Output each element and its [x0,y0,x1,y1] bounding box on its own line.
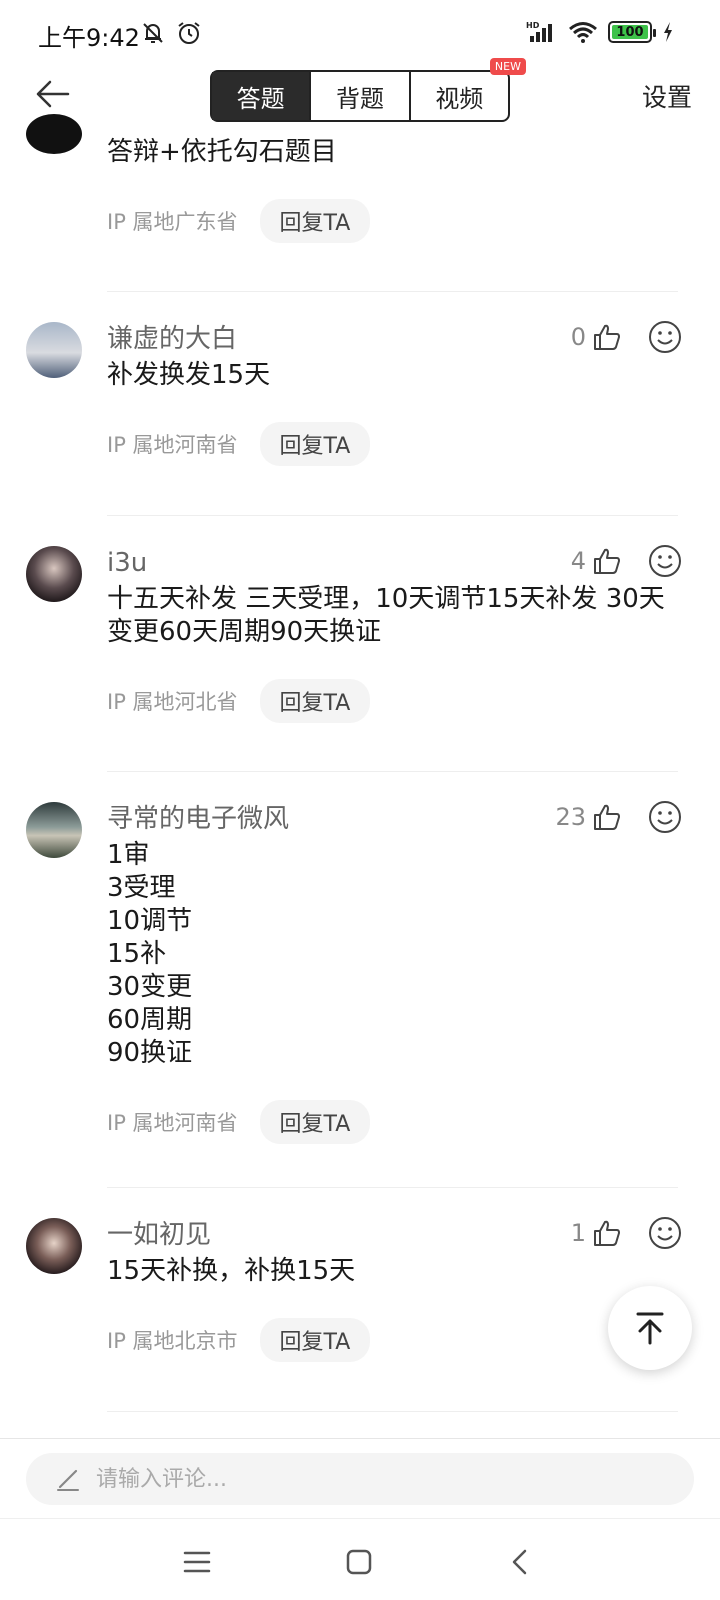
wifi-icon [569,22,597,43]
ip-location: IP 属地广东省 [107,210,238,234]
comment-item: 谦虚的大白 补发换发15天 IP 属地河南省 回复TA 0 [0,292,720,516]
tab-answer[interactable]: 答题 [212,72,312,120]
comment-content: 1审 3受理 10调节 15补 30变更 60周期 90换证 [107,840,193,1068]
comment-input-bar [0,1438,720,1518]
comment-list: 答辩+依托勾石题目 IP 属地广东省 回复TA 谦虚的大白 补发换发15天 IP… [0,114,720,1412]
comment-actions: 1 [571,1216,682,1250]
ip-location: IP 属地河南省 [107,433,238,457]
ip-location: IP 属地北京市 [107,1329,238,1353]
emoji-icon[interactable] [648,320,682,354]
thumbs-up-icon[interactable] [592,1218,622,1248]
battery-indicator: 100 [608,21,656,43]
thumbs-up-icon[interactable] [592,802,622,832]
back-arrow-icon[interactable] [32,74,72,114]
hd-label: HD [526,21,540,30]
tab-video[interactable]: 视频 NEW [411,58,526,120]
avatar[interactable] [26,322,82,378]
thumbs-up-icon[interactable] [592,546,622,576]
alarm-icon [178,22,200,44]
comment-item: i3u 十五天补发 三天受理，10天调节15天补发 30天变更60天周期90天换… [0,516,720,772]
comment-meta: IP 属地北京市 回复TA [107,1318,690,1362]
top-nav-bar: 答题 背题 视频 NEW 设置 [0,58,720,126]
menu-icon[interactable] [180,1545,214,1579]
status-bar: 上午9:42 HD 100 [0,0,720,66]
comment-actions: 0 [571,320,682,354]
divider [107,1411,678,1412]
comment-content: 答辩+依托勾石题目 [107,137,337,167]
signal-icon: HD [526,21,552,42]
battery-level: 100 [616,24,644,40]
scroll-to-top-button[interactable] [608,1286,692,1370]
avatar[interactable] [26,114,82,154]
like-count: 4 [570,547,586,575]
new-badge: NEW [489,58,526,75]
comment-meta: IP 属地广东省 回复TA [107,199,690,243]
comment-meta: IP 属地河北省 回复TA [107,679,690,723]
comment-meta: IP 属地河南省 回复TA [107,422,690,466]
reply-button[interactable]: 回复TA [259,422,371,466]
comment-item: 答辩+依托勾石题目 IP 属地广东省 回复TA [0,114,720,292]
comment-actions: 4 [571,544,682,578]
mute-bell-icon [143,23,163,43]
system-nav-bar [0,1518,720,1600]
status-time: 上午9:42 [38,24,140,52]
comment-content: 十五天补发 三天受理，10天调节15天补发 30天变更60天周期90天换证 [107,584,665,647]
reply-button[interactable]: 回复TA [259,199,371,243]
pencil-icon [57,1469,79,1491]
like-count: 23 [555,803,586,831]
avatar[interactable] [26,546,82,602]
comment-content: 补发换发15天 [107,360,271,390]
ip-location: IP 属地河北省 [107,690,238,714]
comment-input[interactable] [96,1466,656,1492]
emoji-icon[interactable] [648,544,682,578]
thumbs-up-icon[interactable] [592,322,622,352]
reply-button[interactable]: 回复TA [259,679,371,723]
tab-memorize[interactable]: 背题 [311,72,411,120]
comment-meta: IP 属地河南省 回复TA [107,1100,690,1144]
emoji-icon[interactable] [648,800,682,834]
home-icon[interactable] [342,1545,376,1579]
back-nav-icon[interactable] [504,1545,538,1579]
comment-content: 15天补换，补换15天 [107,1256,356,1286]
emoji-icon[interactable] [648,1216,682,1250]
ip-location: IP 属地河南省 [107,1111,238,1135]
tab-video-label: 视频 [435,84,484,113]
comment-input-wrapper[interactable] [26,1453,694,1505]
avatar[interactable] [26,802,82,858]
reply-button[interactable]: 回复TA [259,1100,371,1144]
settings-button[interactable]: 设置 [642,78,692,114]
reply-button[interactable]: 回复TA [259,1318,371,1362]
arrow-up-icon [636,1312,664,1345]
mode-segmented-control: 答题 背题 视频 NEW [210,58,526,122]
like-count: 0 [570,323,586,351]
avatar[interactable] [26,1218,82,1274]
like-count: 1 [570,1219,586,1247]
comment-item: 寻常的电子微风 1审 3受理 10调节 15补 30变更 60周期 90换证 I… [0,772,720,1188]
charging-icon [664,22,672,42]
status-right: HD 100 [526,20,674,44]
comment-item: 一如初见 15天补换，补换15天 IP 属地北京市 回复TA 1 [0,1188,720,1412]
comment-actions: 23 [555,800,682,834]
